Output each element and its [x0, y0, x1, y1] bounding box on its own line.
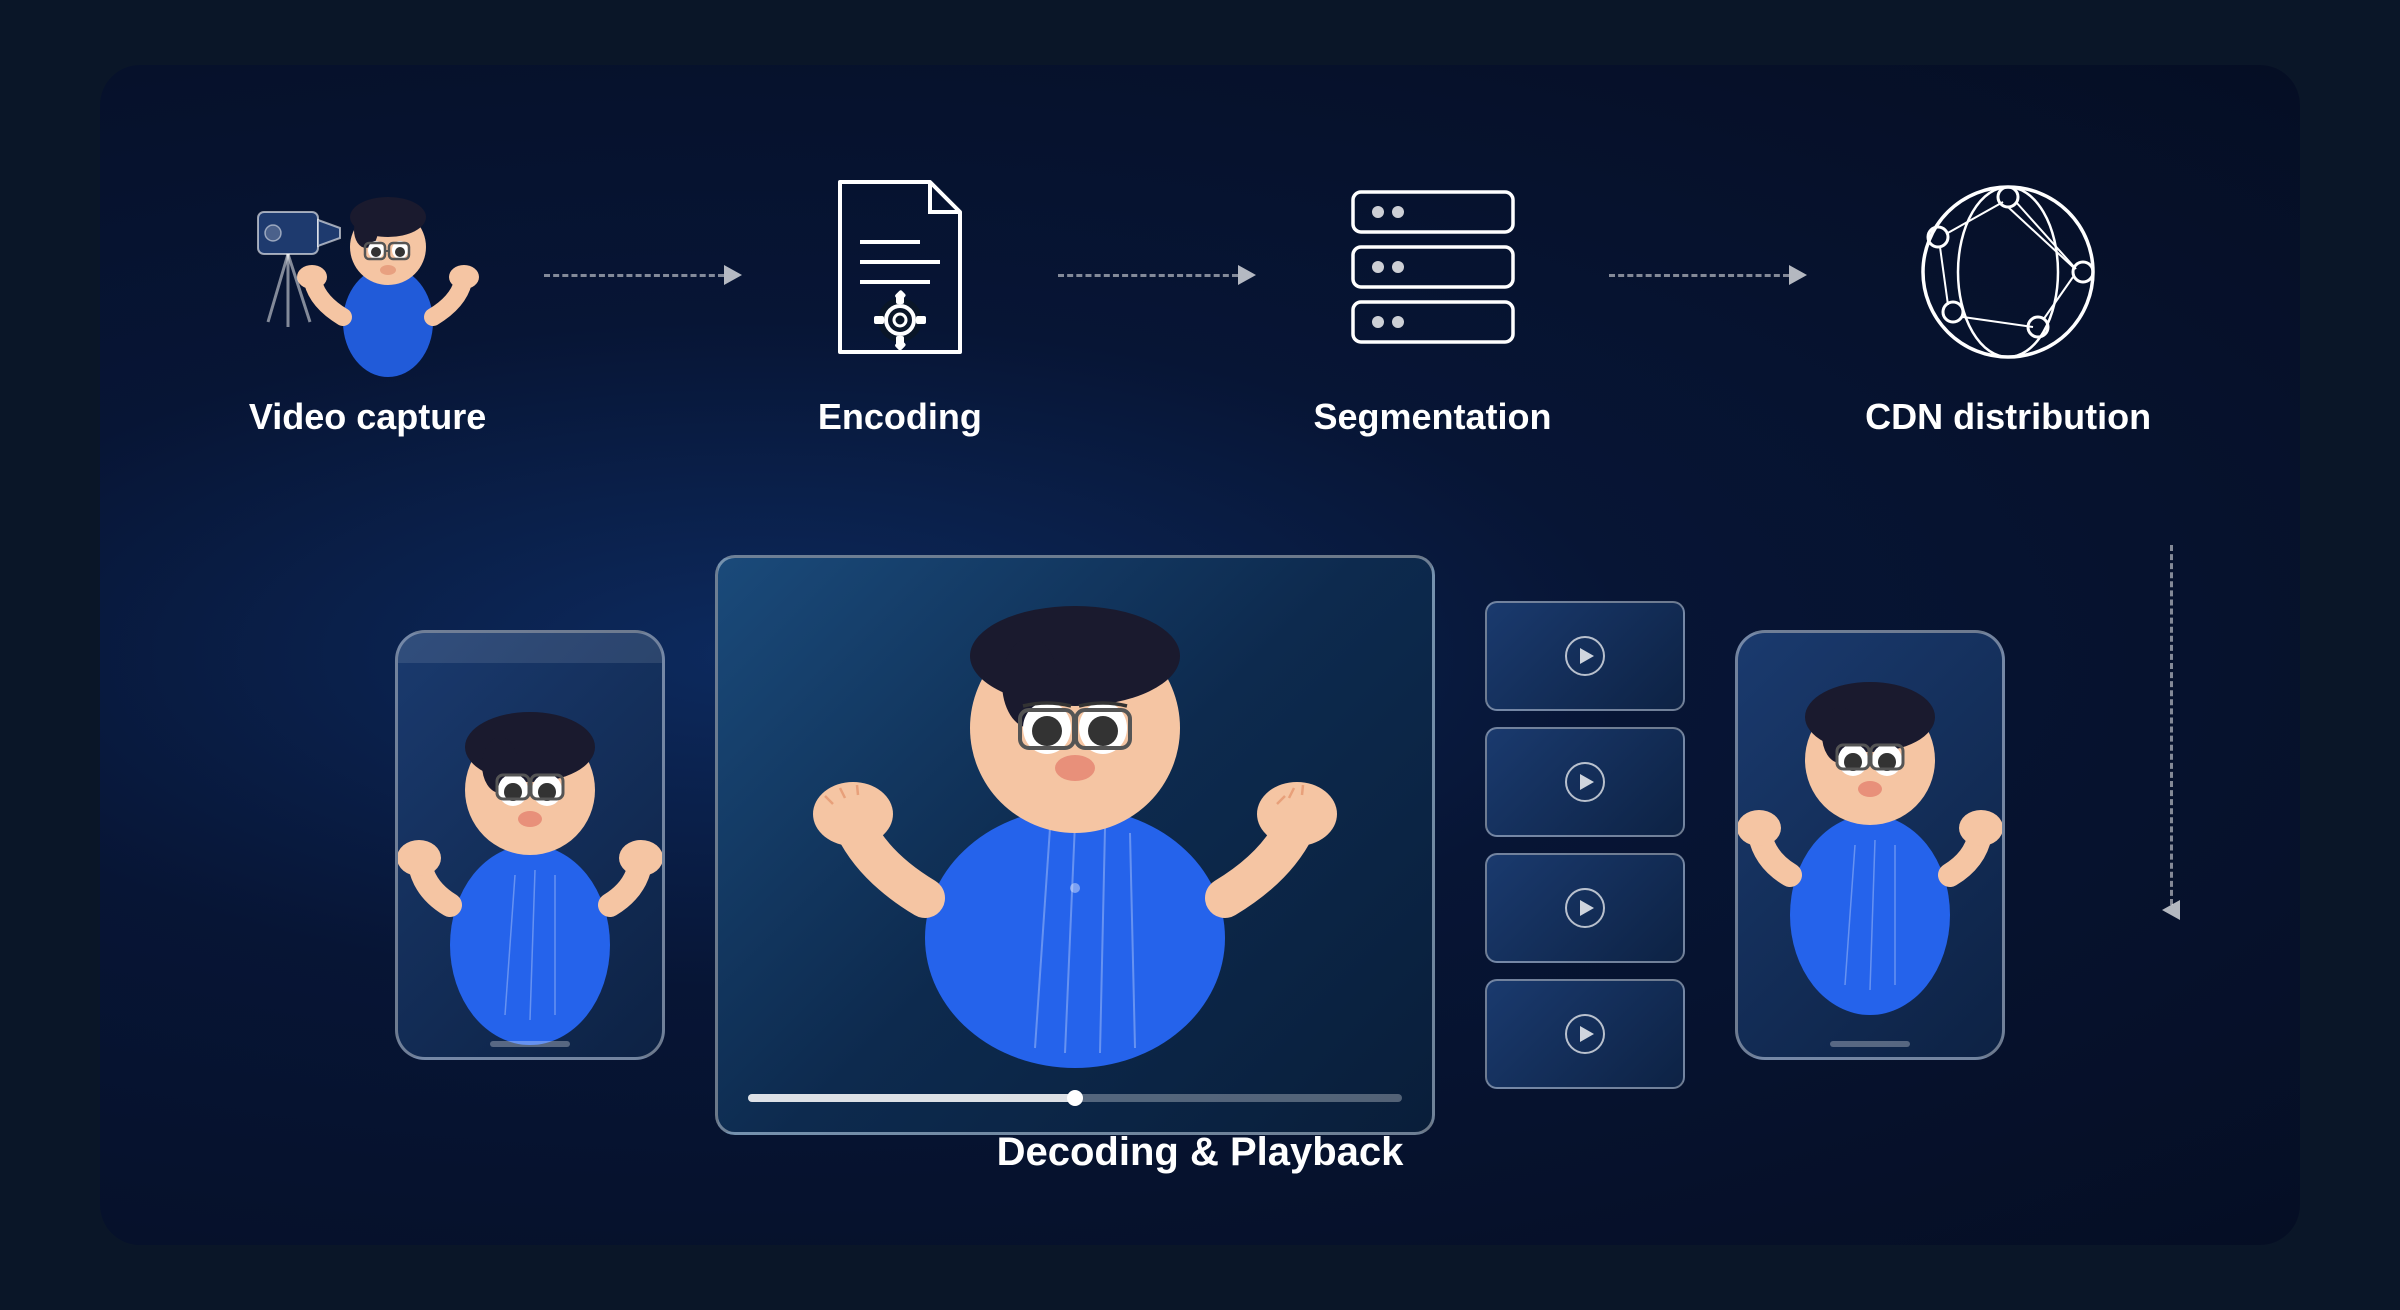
- cdn-return-arrow: [2162, 545, 2180, 920]
- right-phone-bottom-bar: [1830, 1041, 1910, 1047]
- right-phone-character: [1738, 633, 2002, 1027]
- cdn-arrow-left: [2162, 900, 2180, 920]
- player-progress-bar[interactable]: [748, 1094, 1402, 1102]
- play-button-1[interactable]: [1565, 636, 1605, 676]
- play-triangle-4: [1580, 1026, 1594, 1042]
- encoding-label: Encoding: [818, 396, 982, 438]
- left-phone-mockup: [395, 630, 665, 1060]
- pipeline-step-segmentation: Segmentation: [1314, 172, 1552, 438]
- cdn-icon: [1908, 172, 2108, 372]
- decoding-playback-label: Decoding & Playback: [997, 1130, 1404, 1175]
- arrow-1: [544, 265, 742, 285]
- pipeline-step-cdn: CDN distribution: [1865, 172, 2151, 438]
- play-button-3[interactable]: [1565, 888, 1605, 928]
- main-container: Video capture: [100, 65, 2300, 1245]
- segment-thumb-3: [1485, 853, 1685, 963]
- cdn-label: CDN distribution: [1865, 396, 2151, 438]
- video-capture-label: Video capture: [249, 396, 486, 438]
- cdn-vertical-line: [2170, 545, 2173, 905]
- decoding-playback-section: Decoding & Playback: [100, 485, 2300, 1205]
- play-triangle-1: [1580, 648, 1594, 664]
- encoding-icon: [800, 172, 1000, 372]
- segment-thumb-1: [1485, 601, 1685, 711]
- arrow-2: [1058, 265, 1256, 285]
- left-phone-character: [398, 663, 662, 1057]
- right-phone-mockup: [1735, 630, 2005, 1060]
- arrow-3: [1609, 265, 1807, 285]
- video-capture-icon: [268, 172, 468, 372]
- player-progress-fill: [748, 1094, 1075, 1102]
- pipeline-step-encoding: Encoding: [800, 172, 1000, 438]
- phone-bottom-bar: [490, 1041, 570, 1047]
- pipeline-step-video-capture: Video capture: [249, 172, 486, 438]
- segments-panel: [1485, 601, 1685, 1089]
- play-triangle-3: [1580, 900, 1594, 916]
- main-video-player: [715, 555, 1435, 1135]
- segment-thumb-4: [1485, 979, 1685, 1089]
- pipeline-top-row: Video capture: [100, 65, 2300, 485]
- play-triangle-2: [1580, 774, 1594, 790]
- play-button-2[interactable]: [1565, 762, 1605, 802]
- segmentation-icon: [1333, 172, 1533, 372]
- segmentation-label: Segmentation: [1314, 396, 1552, 438]
- play-button-4[interactable]: [1565, 1014, 1605, 1054]
- segment-thumb-2: [1485, 727, 1685, 837]
- main-player-character: [795, 588, 1355, 1068]
